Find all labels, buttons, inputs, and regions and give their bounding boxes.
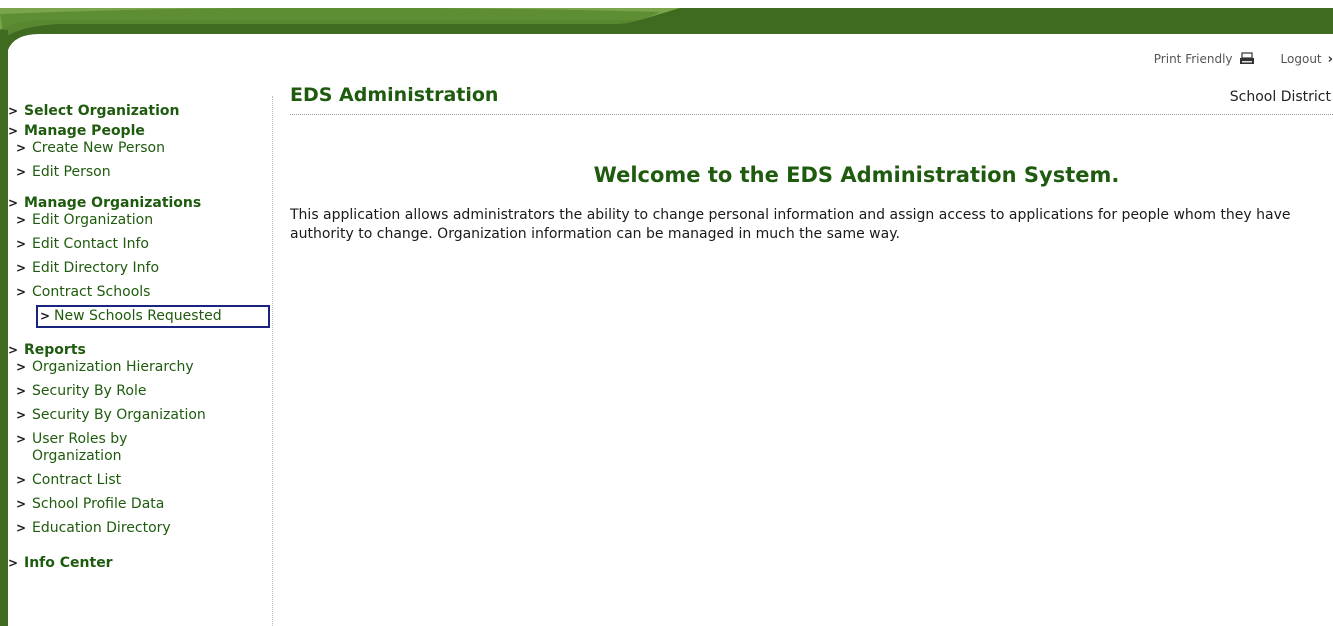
- sidebar-item-education-directory[interactable]: > Education Directory: [8, 520, 272, 537]
- description-text: This application allows administrators t…: [290, 207, 1291, 242]
- title-divider: [290, 114, 1333, 115]
- arrow-icon: >: [16, 213, 27, 227]
- print-friendly-link[interactable]: Print Friendly: [1154, 52, 1255, 66]
- sidebar-item-label: User Roles by Organization: [32, 431, 128, 464]
- sidebar-item-label: School Profile Data: [32, 496, 165, 512]
- sidebar-item-label: Reports: [24, 342, 86, 358]
- sidebar-item-label: Manage People: [24, 123, 145, 139]
- arrow-icon: >: [16, 261, 27, 275]
- logout-link[interactable]: Logout ›: [1281, 52, 1333, 67]
- sidebar-item-reports[interactable]: > Reports: [8, 342, 272, 358]
- arrow-icon: >: [40, 309, 51, 323]
- banner-graphic: [0, 0, 1333, 50]
- arrow-icon: >: [16, 497, 27, 511]
- sidebar-item-manage-people[interactable]: > Manage People: [8, 123, 272, 139]
- arrow-icon: >: [8, 196, 19, 210]
- arrow-icon: >: [16, 432, 27, 446]
- sidebar-nav: > Select Organization > Manage People > …: [8, 96, 273, 626]
- sidebar-item-contract-list[interactable]: > Contract List: [8, 472, 272, 489]
- sidebar-item-label: Edit Organization: [32, 212, 154, 228]
- sidebar-item-manage-organizations[interactable]: > Manage Organizations: [8, 195, 272, 211]
- arrow-icon: >: [16, 237, 27, 251]
- arrow-icon: >: [8, 124, 19, 138]
- utility-links: Print Friendly Logout ›: [1154, 50, 1333, 68]
- district-label: School District: [1229, 89, 1331, 105]
- sidebar-item-create-new-person[interactable]: > Create New Person: [8, 140, 272, 157]
- sidebar-item-contract-schools[interactable]: > Contract Schools: [8, 284, 272, 301]
- sidebar-item-label: New Schools Requested: [54, 308, 222, 324]
- top-banner: [0, 0, 1333, 50]
- sidebar-item-organization-hierarchy[interactable]: > Organization Hierarchy: [8, 359, 272, 376]
- sidebar-item-edit-organization[interactable]: > Edit Organization: [8, 212, 272, 229]
- arrow-icon: >: [8, 104, 19, 118]
- main-content: EDS Administration School District Welco…: [290, 84, 1333, 244]
- arrow-icon: >: [16, 165, 27, 179]
- sidebar-item-label: Edit Person: [32, 164, 111, 180]
- sidebar-item-label: Select Organization: [24, 103, 180, 119]
- welcome-heading: Welcome to the EDS Administration System…: [593, 163, 1120, 187]
- arrow-icon: >: [8, 343, 19, 357]
- printer-icon: [1239, 52, 1255, 66]
- sidebar-item-label: Security By Role: [32, 383, 147, 399]
- sidebar-item-security-by-organization[interactable]: > Security By Organization: [8, 407, 272, 424]
- sidebar-item-edit-person[interactable]: > Edit Person: [8, 164, 272, 181]
- arrow-icon: >: [16, 360, 27, 374]
- logout-label: Logout: [1280, 52, 1322, 66]
- sidebar-item-label: Contract List: [32, 472, 122, 488]
- arrow-icon: >: [16, 384, 27, 398]
- chevron-right-icon: ›: [1327, 51, 1333, 67]
- sidebar-item-school-profile-data[interactable]: > School Profile Data: [8, 496, 272, 513]
- sidebar-item-label: Security By Organization: [32, 407, 206, 423]
- arrow-icon: >: [16, 285, 27, 299]
- sidebar-item-user-roles-by-organization[interactable]: > User Roles by Organization: [8, 431, 188, 465]
- sidebar-item-label: Contract Schools: [32, 284, 151, 300]
- sidebar-item-label: Organization Hierarchy: [32, 359, 194, 375]
- sidebar-item-info-center[interactable]: > Info Center: [8, 555, 272, 571]
- sidebar-item-edit-contact-info[interactable]: > Edit Contact Info: [8, 236, 272, 253]
- sidebar-item-label: Manage Organizations: [24, 195, 202, 211]
- page-title: EDS Administration: [290, 84, 499, 106]
- sidebar-item-select-organization[interactable]: > Select Organization: [8, 103, 272, 119]
- arrow-icon: >: [16, 473, 27, 487]
- arrow-icon: >: [16, 521, 27, 535]
- sidebar-item-label: Education Directory: [32, 520, 171, 536]
- arrow-icon: >: [16, 408, 27, 422]
- sidebar-item-edit-directory-info[interactable]: > Edit Directory Info: [8, 260, 272, 277]
- sidebar-item-security-by-role[interactable]: > Security By Role: [8, 383, 272, 400]
- print-friendly-label: Print Friendly: [1153, 52, 1233, 66]
- arrow-icon: >: [8, 556, 19, 570]
- sidebar-item-label: Create New Person: [32, 140, 165, 156]
- sidebar-item-label: Info Center: [24, 555, 113, 571]
- sidebar-item-new-schools-requested[interactable]: > New Schools Requested: [36, 305, 270, 328]
- sidebar-item-label: Edit Contact Info: [32, 236, 149, 252]
- left-accent-bar: [0, 30, 8, 626]
- sidebar-item-label: Edit Directory Info: [32, 260, 160, 276]
- arrow-icon: >: [16, 141, 27, 155]
